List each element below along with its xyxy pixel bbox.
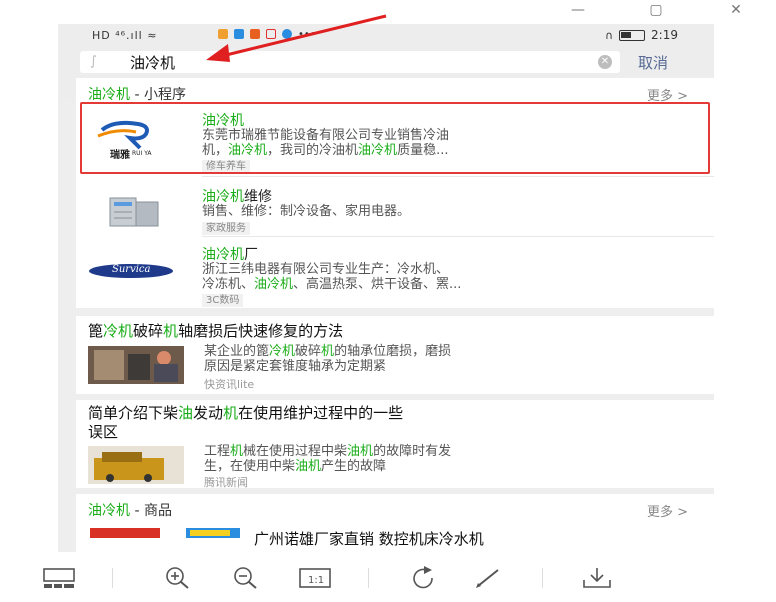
article-snippet: 某企业的篦冷机破碎机的轴承位磨损，磨损 原因是紧定套锥度轴承为定期紧 — [204, 344, 452, 374]
status-bar: HD ⁴⁶.ıll ≈ ••• ∩ 2:19 — [58, 24, 714, 48]
item-title: 油冷机厂 — [202, 247, 258, 263]
minimize-icon[interactable]: — — [566, 2, 590, 18]
actual-size-icon[interactable]: 1:1 — [298, 566, 332, 590]
app-notify-icon — [250, 29, 260, 39]
article-source: 快资讯lite — [204, 378, 255, 391]
maximize-icon[interactable]: ▢ — [644, 2, 668, 18]
mini-program-item[interactable]: Survica 油冷机厂 浙江三纬电器有限公司专业生产：冷水机、 冷冻机、油冷机… — [76, 244, 714, 308]
zoom-in-icon[interactable] — [160, 566, 194, 590]
edit-pencil-icon[interactable] — [472, 566, 506, 590]
close-icon[interactable]: ✕ — [724, 2, 748, 18]
search-query: 油冷机 — [130, 54, 176, 72]
item-description: 销售、维修：制冷设备、家用电器。 — [202, 204, 411, 219]
search-input[interactable]: ∫ 油冷机 ✕ — [80, 51, 620, 73]
gallery-icon[interactable] — [42, 566, 76, 590]
zoom-out-icon[interactable] — [228, 566, 262, 590]
app-notify-icon — [218, 29, 228, 39]
red-highlight-box — [80, 102, 710, 174]
more-notify-icon: ••• — [298, 29, 316, 40]
article-source: 腾讯新闻 — [204, 476, 248, 489]
network-status: HD ⁴⁶.ıll ≈ — [92, 29, 158, 42]
app-notify-icon — [234, 29, 244, 39]
image-viewer: — ▢ ✕ HD ⁴⁶.ıll ≈ ••• ∩ 2:19 ∫ 油冷机 ✕ 取消 … — [0, 0, 776, 602]
section-title: 油冷机 - 商品 — [88, 503, 172, 519]
cancel-button[interactable]: 取消 — [638, 52, 668, 73]
clear-icon[interactable]: ✕ — [598, 55, 612, 69]
more-link[interactable]: 更多 > — [647, 501, 688, 520]
article-card[interactable]: 简单介绍下柴油发动机在使用维护过程中的一些 误区 工程机械在使用过程中柴油机的故… — [76, 400, 714, 489]
toolbar-separator — [368, 568, 369, 588]
clock: 2:19 — [651, 28, 678, 42]
survica-logo: Survica — [89, 250, 173, 294]
category-tag: 家政服务 — [202, 222, 250, 235]
article-card[interactable]: 篦冷机破碎机轴磨损后快速修复的方法 某企业的篦冷机破碎机的轴承位磨损，磨损 原因… — [76, 316, 714, 394]
category-tag: 3C数码 — [202, 294, 244, 307]
toolbar-separator — [542, 568, 543, 588]
svg-text:1:1: 1:1 — [308, 575, 324, 586]
phone-screenshot: HD ⁴⁶.ıll ≈ ••• ∩ 2:19 ∫ 油冷机 ✕ 取消 油冷机 - … — [58, 24, 714, 552]
item-description: 浙江三纬电器有限公司专业生产：冷水机、 冷冻机、油冷机、高温热泵、烘干设备、罴.… — [202, 262, 462, 292]
article-thumbnail — [88, 446, 184, 484]
article-snippet: 工程机械在使用过程中柴油机的故障时有发 生，在使用中柴油机产生的故障 — [204, 444, 452, 474]
product-title[interactable]: 广州诺雄厂家直销 数控机床冷水机 — [254, 528, 484, 549]
download-icon[interactable] — [580, 566, 614, 590]
toolbar-separator — [112, 568, 113, 588]
divider — [202, 236, 714, 237]
rotate-icon[interactable] — [406, 566, 440, 590]
section-title: 油冷机 - 小程序 — [88, 87, 186, 103]
viewer-toolbar: 1:1 — [0, 556, 776, 602]
app-notify-icon — [282, 29, 292, 39]
article-title: 篦冷机破碎机轴磨损后快速修复的方法 — [88, 322, 344, 340]
chiller-machine-image — [94, 192, 170, 236]
search-icon: ∫ — [90, 54, 97, 69]
headset-icon: ∩ — [604, 28, 614, 42]
item-title: 油冷机维修 — [202, 189, 272, 205]
article-title: 简单介绍下柴油发动机在使用维护过程中的一些 误区 — [88, 404, 404, 441]
goods-section: 油冷机 - 商品 更多 > 广州诺雄厂家直销 数控机床冷水机 — [76, 494, 714, 552]
logo-text: Survica — [112, 264, 151, 275]
article-thumbnail — [88, 346, 184, 384]
divider — [202, 176, 714, 177]
battery-icon — [619, 29, 646, 41]
product-thumbnail — [90, 528, 240, 552]
app-notify-icon — [266, 29, 276, 39]
mini-program-item[interactable]: 油冷机维修 销售、维修：制冷设备、家用电器。 家政服务 — [76, 186, 714, 250]
